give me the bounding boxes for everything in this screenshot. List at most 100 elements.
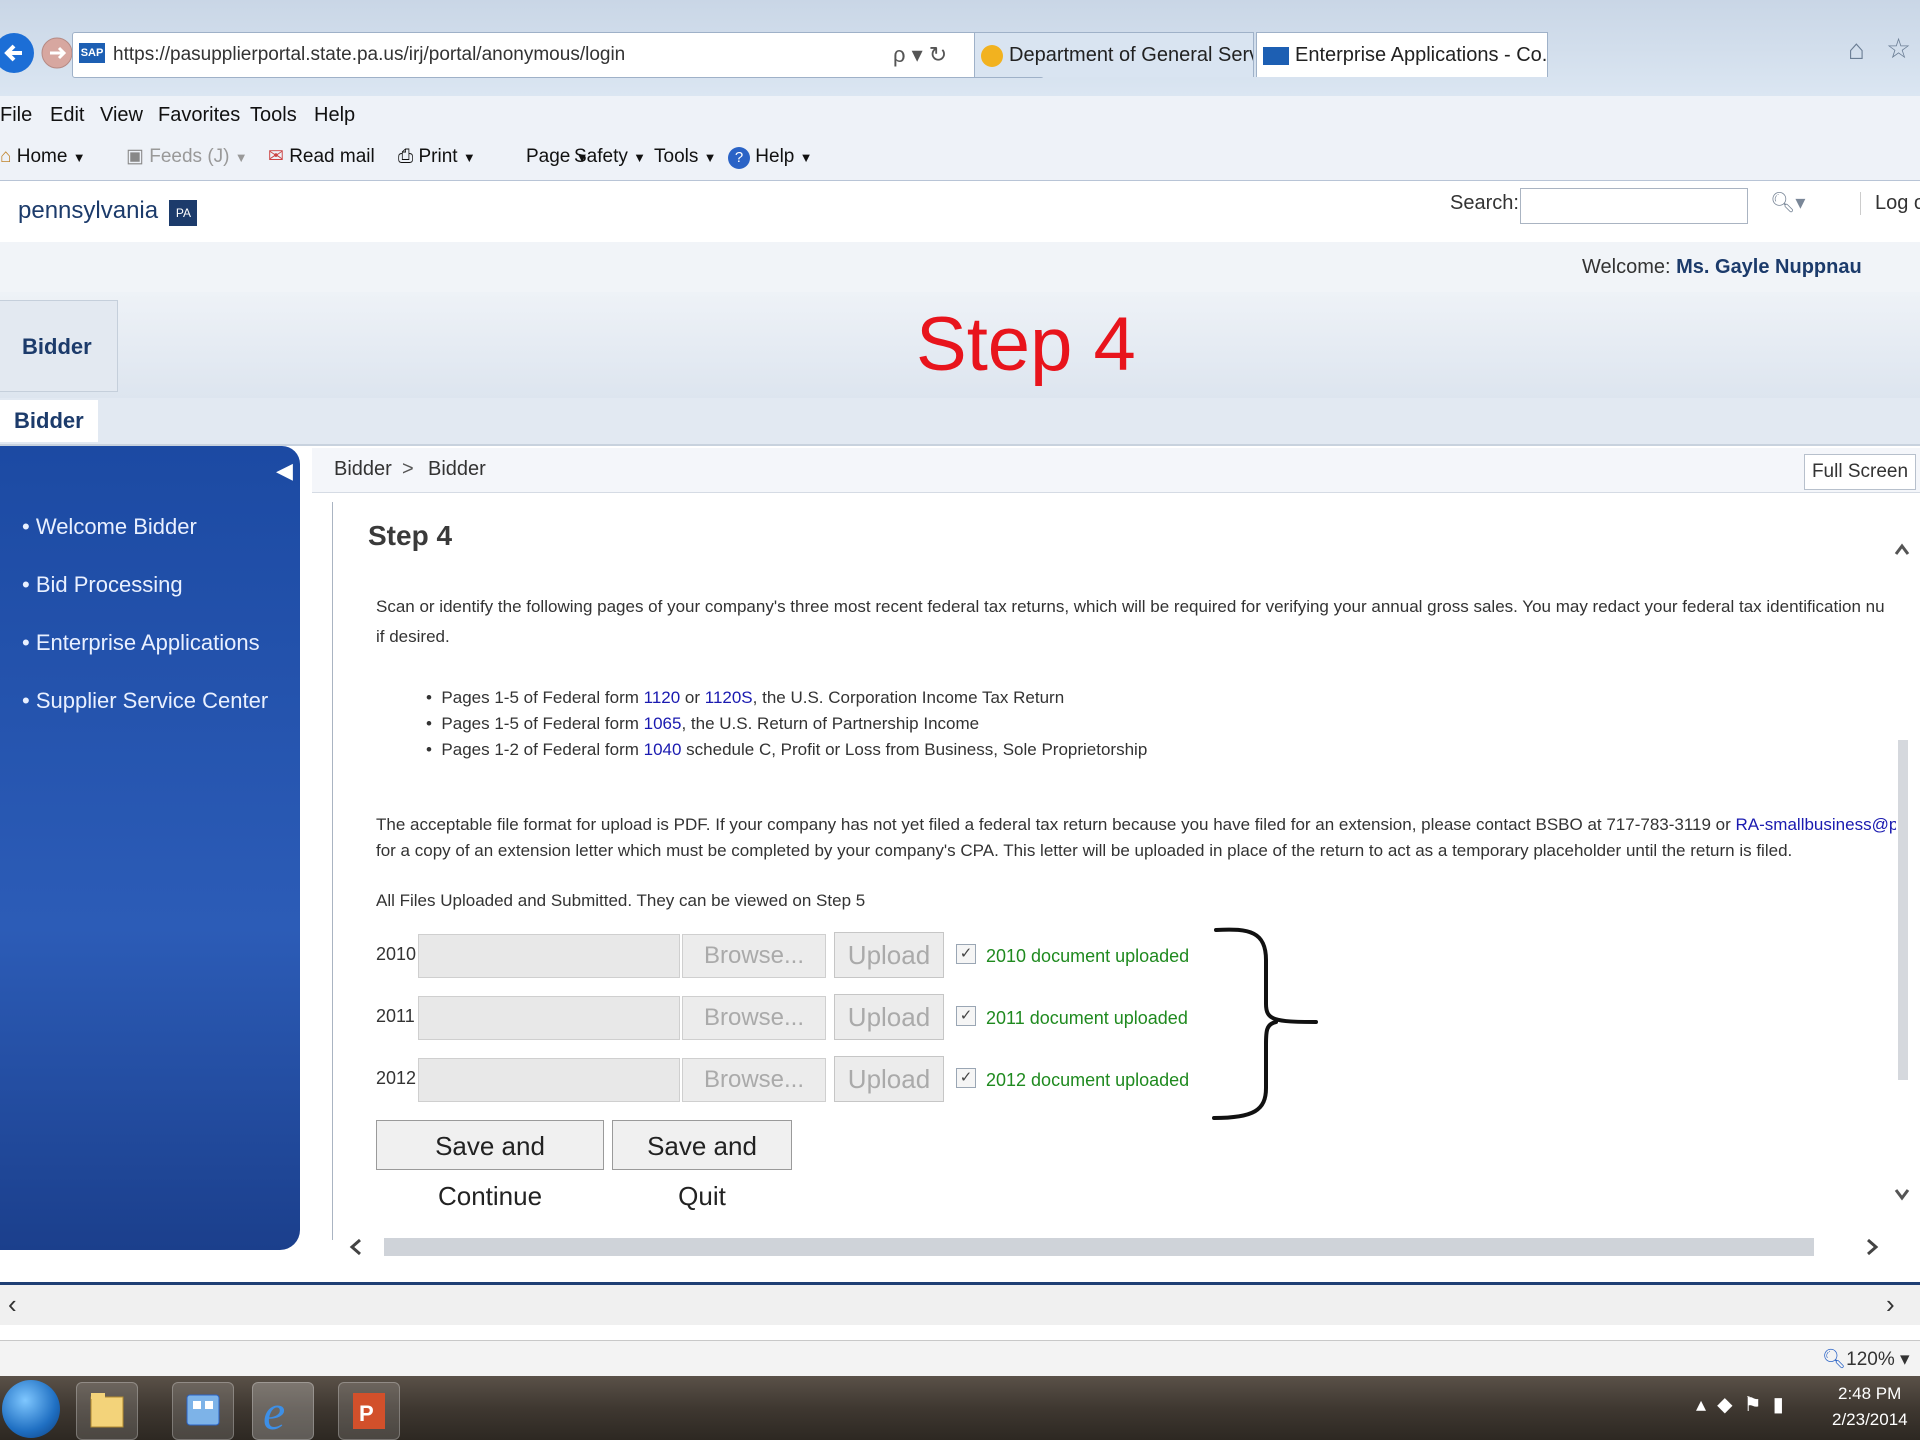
internet-explorer-icon[interactable]: e bbox=[252, 1382, 314, 1440]
zoom-icon: 🔍︎ bbox=[1822, 1349, 1847, 1370]
subtab-bidder[interactable]: Bidder bbox=[0, 400, 98, 442]
chevron-down-icon: ▼ bbox=[799, 150, 813, 165]
breadcrumb-current: Bidder bbox=[428, 458, 486, 480]
browse-button-2010[interactable]: Browse... bbox=[682, 934, 826, 978]
flag-icon: ⚑ bbox=[1743, 1394, 1762, 1416]
chevron-down-icon: ▼ bbox=[462, 150, 476, 165]
svg-text:P: P bbox=[359, 1401, 374, 1426]
help-menu[interactable]: ? Help ▼ bbox=[728, 134, 813, 181]
intro-line-2: if desired. bbox=[376, 627, 450, 646]
save-and-quit-button[interactable]: Save and Quit bbox=[612, 1120, 792, 1211]
chevron-down-icon: ▼ bbox=[703, 150, 717, 165]
inner-horizontal-scrollbar[interactable] bbox=[344, 1232, 1914, 1262]
safety-menu[interactable]: Safety ▼ bbox=[574, 134, 646, 181]
email-link[interactable]: RA-smallbusiness@pa. bbox=[1736, 815, 1896, 834]
link-1120s[interactable]: 1120S bbox=[705, 688, 753, 707]
nav-bid-processing[interactable]: • Bid Processing bbox=[22, 572, 183, 598]
scroll-left-icon[interactable]: ‹ bbox=[8, 1289, 17, 1320]
upload-button-2011[interactable]: Upload bbox=[834, 994, 944, 1040]
mail-icon: ✉ bbox=[268, 146, 284, 167]
scroll-right-icon[interactable]: › bbox=[1886, 1289, 1895, 1320]
svg-text:e: e bbox=[263, 1384, 285, 1439]
print-command[interactable]: ⎙ Print ▼ bbox=[398, 134, 476, 181]
log-off-link[interactable]: Log off bbox=[1860, 192, 1920, 215]
search-icon[interactable]: 🔍︎▾ bbox=[1770, 190, 1805, 215]
welcome-text: Welcome: Ms. Gayle Nuppnau bbox=[1582, 256, 1862, 278]
control-panel-icon[interactable] bbox=[172, 1382, 234, 1440]
network-icon: ◆ bbox=[1717, 1394, 1733, 1416]
browse-button-2011[interactable]: Browse... bbox=[682, 996, 826, 1040]
sap-site-icon: SAP bbox=[79, 43, 105, 63]
menu-edit[interactable]: Edit bbox=[50, 96, 84, 134]
outer-horizontal-scrollbar[interactable]: ‹ › bbox=[0, 1282, 1920, 1325]
forward-button[interactable] bbox=[40, 36, 74, 70]
home-command[interactable]: ⌂ Home ▼ bbox=[0, 134, 86, 181]
link-1065[interactable]: 1065 bbox=[644, 714, 682, 733]
menu-file[interactable]: File bbox=[0, 96, 32, 134]
tab-enterprise-applications[interactable]: Enterprise Applications - Co...✕ bbox=[1256, 32, 1548, 77]
zoom-level[interactable]: 🔍︎120% ▾ bbox=[1822, 1347, 1910, 1371]
portal-search-input[interactable] bbox=[1520, 188, 1748, 224]
intro-line-1: Scan or identify the following pages of … bbox=[376, 597, 1885, 616]
vertical-scrollbar[interactable] bbox=[1894, 540, 1910, 1220]
search-label: Search: bbox=[1450, 192, 1519, 214]
powerpoint-icon[interactable]: P bbox=[338, 1382, 400, 1440]
file-field-2010[interactable] bbox=[418, 934, 680, 978]
menu-help[interactable]: Help bbox=[314, 96, 355, 134]
bullet-form-1065: • Pages 1-5 of Federal form 1065, the U.… bbox=[426, 714, 980, 733]
upload-button-2010[interactable]: Upload bbox=[834, 932, 944, 978]
upload-button-2012[interactable]: Upload bbox=[834, 1056, 944, 1102]
nav-enterprise-applications[interactable]: • Enterprise Applications bbox=[22, 630, 260, 656]
nav-welcome-bidder[interactable]: • Welcome Bidder bbox=[22, 514, 197, 540]
step-overlay-title: Step 4 bbox=[916, 302, 1136, 387]
home-icon[interactable]: ⌂ bbox=[1848, 34, 1865, 66]
menu-favorites[interactable]: Favorites bbox=[158, 96, 240, 134]
tab-department-of-general-services[interactable]: Department of General Services bbox=[974, 32, 1254, 77]
format-line-1: The acceptable file format for upload is… bbox=[376, 812, 1896, 837]
upload-status-2011: 2011 document uploaded bbox=[986, 1008, 1188, 1028]
file-field-2012[interactable] bbox=[418, 1058, 680, 1102]
menu-tools[interactable]: Tools bbox=[250, 96, 297, 134]
link-1040[interactable]: 1040 bbox=[644, 740, 682, 759]
power-icon: ▮ bbox=[1772, 1394, 1784, 1416]
search-refresh-icon[interactable]: ρ ▾ ↻ bbox=[893, 33, 947, 77]
breadcrumb-separator: > bbox=[402, 458, 414, 480]
start-button[interactable] bbox=[2, 1380, 60, 1438]
clock-date: 2/23/2014 bbox=[1832, 1410, 1908, 1429]
printer-icon: ⎙ bbox=[398, 146, 414, 167]
uploaded-checkbox-2010[interactable]: ✓ bbox=[956, 944, 976, 964]
url-text: https://pasupplierportal.state.pa.us/irj… bbox=[113, 44, 626, 65]
chevron-down-icon: ▼ bbox=[633, 150, 647, 165]
upload-status-2010: 2010 document uploaded bbox=[986, 946, 1190, 966]
save-and-continue-button[interactable]: Save and Continue bbox=[376, 1120, 604, 1211]
clock-time: 2:48 PM bbox=[1838, 1384, 1902, 1403]
tools-menu[interactable]: Tools ▼ bbox=[654, 134, 717, 181]
brace-annotation bbox=[1210, 920, 1330, 1120]
format-line-2: for a copy of an extension letter which … bbox=[376, 841, 1793, 860]
feed-icon: ▣ bbox=[126, 146, 144, 167]
back-button[interactable] bbox=[0, 30, 40, 76]
link-1120[interactable]: 1120 bbox=[644, 688, 681, 707]
menu-view[interactable]: View bbox=[100, 96, 143, 134]
feeds-command[interactable]: ▣ Feeds (J) ▼ bbox=[126, 134, 248, 181]
full-screen-button[interactable]: Full Screen bbox=[1804, 454, 1916, 490]
all-files-message: All Files Uploaded and Submitted. They c… bbox=[376, 891, 866, 910]
uploaded-checkbox-2012[interactable]: ✓ bbox=[956, 1068, 976, 1088]
address-field[interactable]: SAP https://pasupplierportal.state.pa.us… bbox=[72, 32, 1044, 78]
pennsylvania-logo[interactable]: pennsylvania PA bbox=[18, 186, 198, 236]
favorites-star-icon[interactable]: ☆ bbox=[1886, 32, 1911, 65]
file-explorer-icon[interactable] bbox=[76, 1382, 138, 1440]
system-tray-icons[interactable]: ▴ ◆ ⚑ ▮ bbox=[1696, 1392, 1784, 1417]
file-field-2011[interactable] bbox=[418, 996, 680, 1040]
uploaded-checkbox-2011[interactable]: ✓ bbox=[956, 1006, 976, 1026]
chevron-down-icon: ▼ bbox=[234, 150, 248, 165]
breadcrumb-bidder-link[interactable]: Bidder bbox=[334, 458, 392, 481]
browse-button-2012[interactable]: Browse... bbox=[682, 1058, 826, 1102]
tab-bidder[interactable]: Bidder bbox=[0, 300, 118, 392]
read-mail-command[interactable]: ✉ Read mail bbox=[268, 134, 375, 180]
year-label-2010: 2010 bbox=[376, 944, 417, 964]
nav-supplier-service-center[interactable]: • Supplier Service Center bbox=[22, 688, 268, 714]
year-label-2012: 2012 bbox=[376, 1068, 417, 1088]
year-label-2011: 2011 bbox=[376, 1006, 415, 1026]
collapse-nav-icon[interactable]: ◀ bbox=[276, 458, 293, 484]
